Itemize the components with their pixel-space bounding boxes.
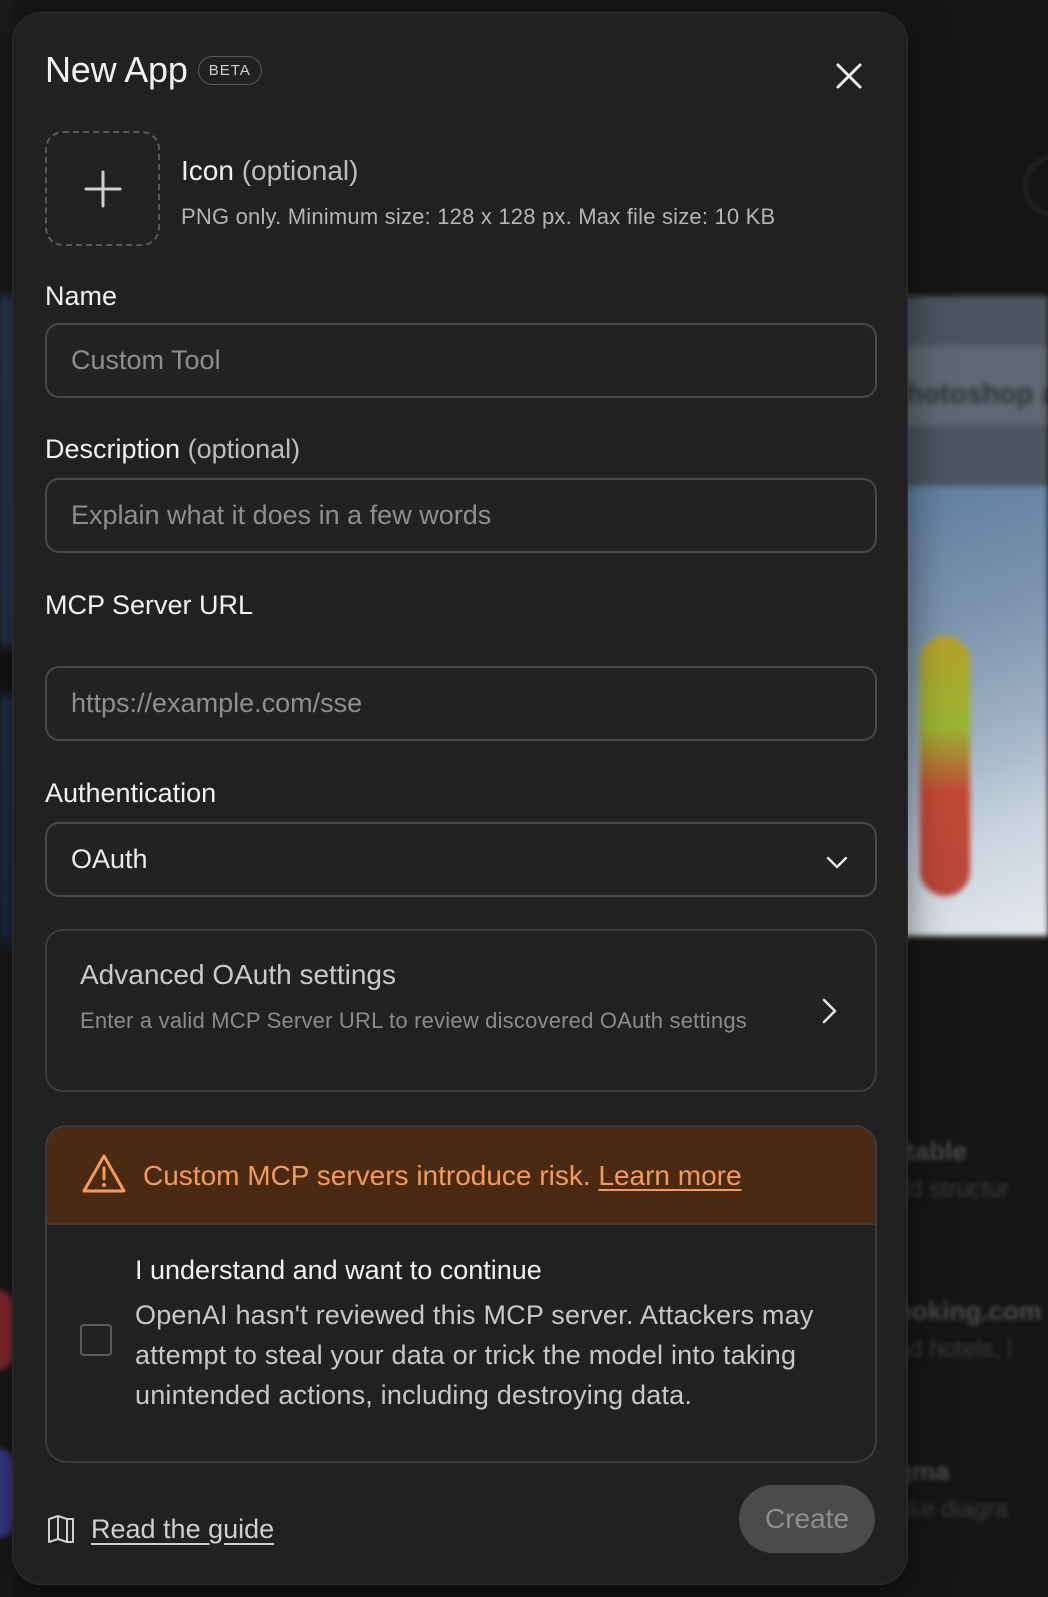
- acknowledge-description: OpenAI hasn't reviewed this MCP server. …: [135, 1300, 814, 1410]
- read-guide-link[interactable]: Read the guide: [45, 1513, 274, 1545]
- server-url-label: MCP Server URL: [45, 590, 254, 620]
- background-item-sub: dd structur: [896, 1176, 1010, 1203]
- icon-field-label: Icon (optional): [181, 155, 359, 186]
- authentication-select[interactable]: OAuth: [45, 822, 877, 897]
- description-label: Description (optional): [45, 434, 301, 464]
- optional-tag: (optional): [241, 155, 359, 186]
- icon-hint: PNG only. Minimum size: 128 x 128 px. Ma…: [181, 204, 776, 229]
- beta-badge: BETA: [197, 55, 262, 85]
- icon-upload-button[interactable]: [45, 131, 160, 246]
- close-icon: [836, 63, 862, 89]
- advanced-oauth-description: Enter a valid MCP Server URL to review d…: [80, 1008, 747, 1033]
- background-card-text: hotoshop a: [906, 378, 1048, 409]
- chevron-down-icon: [826, 856, 848, 869]
- background-item-sub: ake diagra: [896, 1496, 1009, 1523]
- acknowledge-checkbox[interactable]: [80, 1324, 112, 1356]
- risk-warning-text: Custom MCP servers introduce risk. Learn…: [143, 1160, 742, 1191]
- description-input[interactable]: Explain what it does in a few words: [45, 478, 877, 553]
- warning-icon: [82, 1154, 126, 1193]
- server-url-input[interactable]: https://example.com/sse: [45, 666, 877, 741]
- advanced-oauth-settings[interactable]: Advanced OAuth settings Enter a valid MC…: [45, 929, 877, 1092]
- background-item-title: ooking.com: [896, 1296, 1042, 1326]
- risk-warning: Custom MCP servers introduce risk. Learn…: [45, 1125, 877, 1463]
- chevron-right-icon: [822, 998, 837, 1024]
- authentication-label: Authentication: [45, 778, 217, 808]
- dialog-header: New App BETA: [45, 49, 262, 91]
- plus-icon: [84, 170, 122, 208]
- description-placeholder: Explain what it does in a few words: [71, 500, 492, 530]
- background-featured-card: hotoshop a: [900, 296, 1048, 936]
- acknowledge-title: I understand and want to continue: [135, 1255, 542, 1285]
- server-url-placeholder: https://example.com/sse: [71, 688, 363, 718]
- create-button[interactable]: Create: [739, 1485, 875, 1553]
- background-item-sub: nd hotels, l: [896, 1336, 1013, 1363]
- name-input[interactable]: Custom Tool: [45, 323, 877, 398]
- read-guide-label: Read the guide: [91, 1513, 275, 1544]
- close-button[interactable]: [829, 56, 869, 96]
- learn-more-link[interactable]: Learn more: [598, 1160, 741, 1191]
- dialog-title: New App: [45, 49, 188, 90]
- background-circle-button: [1024, 156, 1048, 216]
- optional-tag: (optional): [187, 434, 301, 464]
- risk-warning-banner: Custom MCP servers introduce risk. Learn…: [47, 1127, 875, 1225]
- advanced-oauth-title: Advanced OAuth settings: [80, 959, 396, 990]
- new-app-dialog: New App BETA Icon (optional) PNG only. M…: [12, 12, 908, 1585]
- authentication-value: OAuth: [71, 844, 148, 874]
- name-label: Name: [45, 281, 118, 311]
- book-icon: [48, 1515, 74, 1543]
- name-placeholder: Custom Tool: [71, 345, 221, 375]
